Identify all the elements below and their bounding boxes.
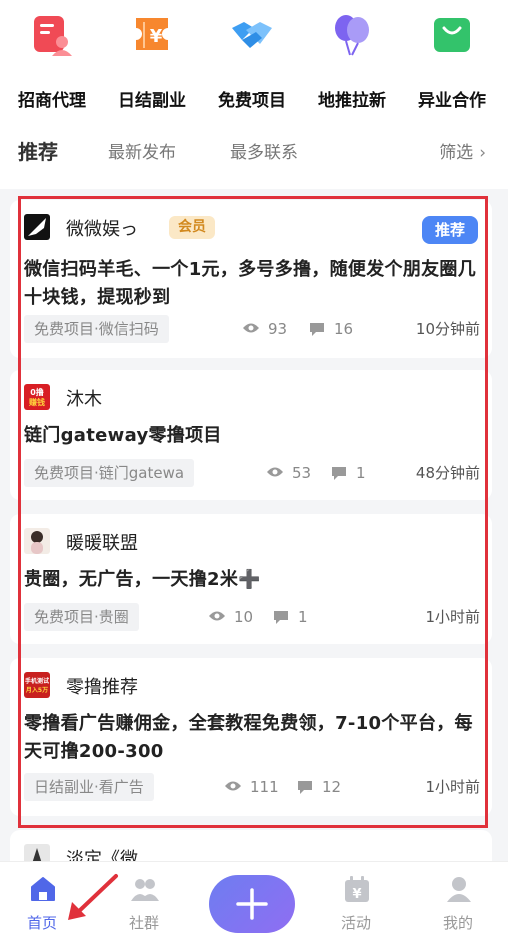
post-card[interactable]: 微微娱っ 会员 推荐 微信扫码羊毛、一个1元，多号多撸，随便发个朋友圈几十块钱，… [10, 200, 492, 358]
tab-latest[interactable]: 最新发布 [108, 138, 176, 163]
filter-label: 筛选 [439, 143, 474, 163]
category-promotion[interactable]: 地推拉新 [300, 10, 400, 111]
post-time: 1小时前 [425, 608, 480, 626]
svg-text:0撸: 0撸 [30, 387, 44, 397]
comment-icon [332, 467, 346, 480]
category-label: 招商代理 [18, 91, 86, 111]
merchant-agent-icon [34, 16, 72, 56]
category-label: 免费项目 [218, 91, 286, 111]
svg-text:¥: ¥ [150, 26, 163, 47]
home-icon [31, 877, 55, 901]
post-card[interactable]: 手机测试 月入5万 零撸推荐 零撸看广告赚佣金，全套教程免费领，7-10个平台，每… [10, 658, 492, 816]
post-card[interactable]: 暖暖联盟 贵圈，无广告，一天撸2米➕ 免费项目·贵圈 10 1 1小时前 [10, 514, 492, 644]
vip-badge: 会员 [169, 216, 215, 239]
category-daily-pay[interactable]: ¥ 日结副业 [100, 10, 200, 111]
nav-activity[interactable]: ¥ 活动 [316, 862, 396, 939]
post-meta: 免费项目·微信扫码 93 16 10分钟前 [24, 315, 480, 343]
comment-icon [310, 323, 324, 336]
avatar [24, 214, 50, 240]
author-name: 零撸推荐 [66, 677, 138, 698]
post-tag[interactable]: 日结副业·看广告 [24, 773, 154, 801]
nav-activity-label: 活动 [340, 914, 371, 932]
comment-icon [298, 781, 312, 794]
filter-button[interactable]: 筛选 › [439, 138, 486, 163]
svg-text:赚钱: 赚钱 [28, 397, 45, 407]
post-time: 48分钟前 [415, 464, 480, 482]
eye-icon [209, 611, 225, 621]
shopping-bag-icon [434, 18, 470, 52]
avatar: 0撸 赚钱 [24, 384, 50, 410]
group-icon [131, 879, 159, 901]
category-merchant-agent[interactable]: 招商代理 [0, 10, 100, 111]
feed-tabs: 推荐 最新发布 最多联系 筛选 › [0, 138, 508, 174]
post-tag[interactable]: 免费项目·链门gatewa [24, 459, 195, 487]
category-label: 异业合作 [418, 91, 486, 111]
category-label: 地推拉新 [318, 91, 386, 111]
daily-pay-ticket-icon: ¥ [136, 18, 168, 50]
author-name: 沐木 [66, 389, 102, 410]
person-icon [447, 877, 471, 902]
comment-icon [274, 611, 288, 624]
post-time: 1小时前 [425, 778, 480, 796]
post-card[interactable]: 0撸 赚钱 沐木 链门gateway零撸项目 免费项目·链门gatewa 53 1… [10, 370, 492, 500]
svg-text:手机测试: 手机测试 [25, 677, 49, 685]
calendar-yuan-icon: ¥ [345, 876, 369, 902]
eye-icon [243, 323, 259, 333]
author-name: 暖暖联盟 [66, 533, 138, 554]
post-meta: 免费项目·链门gatewa 53 1 48分钟前 [24, 459, 480, 487]
tab-recommend[interactable]: 推荐 [18, 136, 58, 165]
avatar [24, 528, 50, 554]
post-tag[interactable]: 免费项目·微信扫码 [24, 315, 169, 343]
post-tag[interactable]: 免费项目·贵圈 [24, 603, 139, 631]
nav-mine-label: 我的 [442, 914, 473, 932]
balloons-icon [335, 15, 369, 56]
handshake-icon [232, 22, 272, 48]
avatar: 手机测试 月入5万 [24, 672, 50, 698]
plus-icon [236, 888, 268, 920]
eye-icon [225, 781, 241, 791]
author-name: 微微娱っ [66, 219, 138, 240]
svg-text:月入5万: 月入5万 [25, 686, 48, 694]
post-title: 贵圈，无广告，一天撸2米➕ [24, 569, 261, 590]
post-meta: 免费项目·贵圈 10 1 1小时前 [24, 603, 480, 631]
top-section: 招商代理 ¥ 日结副业 免费项目 地推拉新 异业合作 推荐 最新发布 最多联系 … [0, 0, 508, 189]
post-meta: 日结副业·看广告 111 12 1小时前 [24, 773, 480, 801]
annotation-arrow-icon [68, 874, 118, 920]
chevron-right-icon: › [479, 143, 486, 163]
post-title: 微信扫码羊毛、一个1元，多号多撸，随便发个朋友圈几十块钱，提现秒到 [24, 259, 477, 308]
svg-text:¥: ¥ [352, 887, 361, 902]
post-title: 链门gateway零撸项目 [24, 425, 222, 446]
post-time: 10分钟前 [415, 320, 480, 338]
category-row: 招商代理 ¥ 日结副业 免费项目 地推拉新 异业合作 [0, 10, 508, 111]
add-post-button[interactable] [209, 875, 295, 933]
eye-icon [267, 467, 283, 477]
category-label: 日结副业 [118, 91, 186, 111]
category-cross-industry[interactable]: 异业合作 [400, 10, 500, 111]
tab-most-contact[interactable]: 最多联系 [230, 138, 298, 163]
recommend-badge: 推荐 [422, 216, 478, 244]
nav-mine[interactable]: 我的 [418, 862, 498, 939]
post-title: 零撸看广告赚佣金，全套教程免费领，7-10个平台，每天可撸200-300 [24, 713, 473, 762]
category-free-project[interactable]: 免费项目 [200, 10, 300, 111]
